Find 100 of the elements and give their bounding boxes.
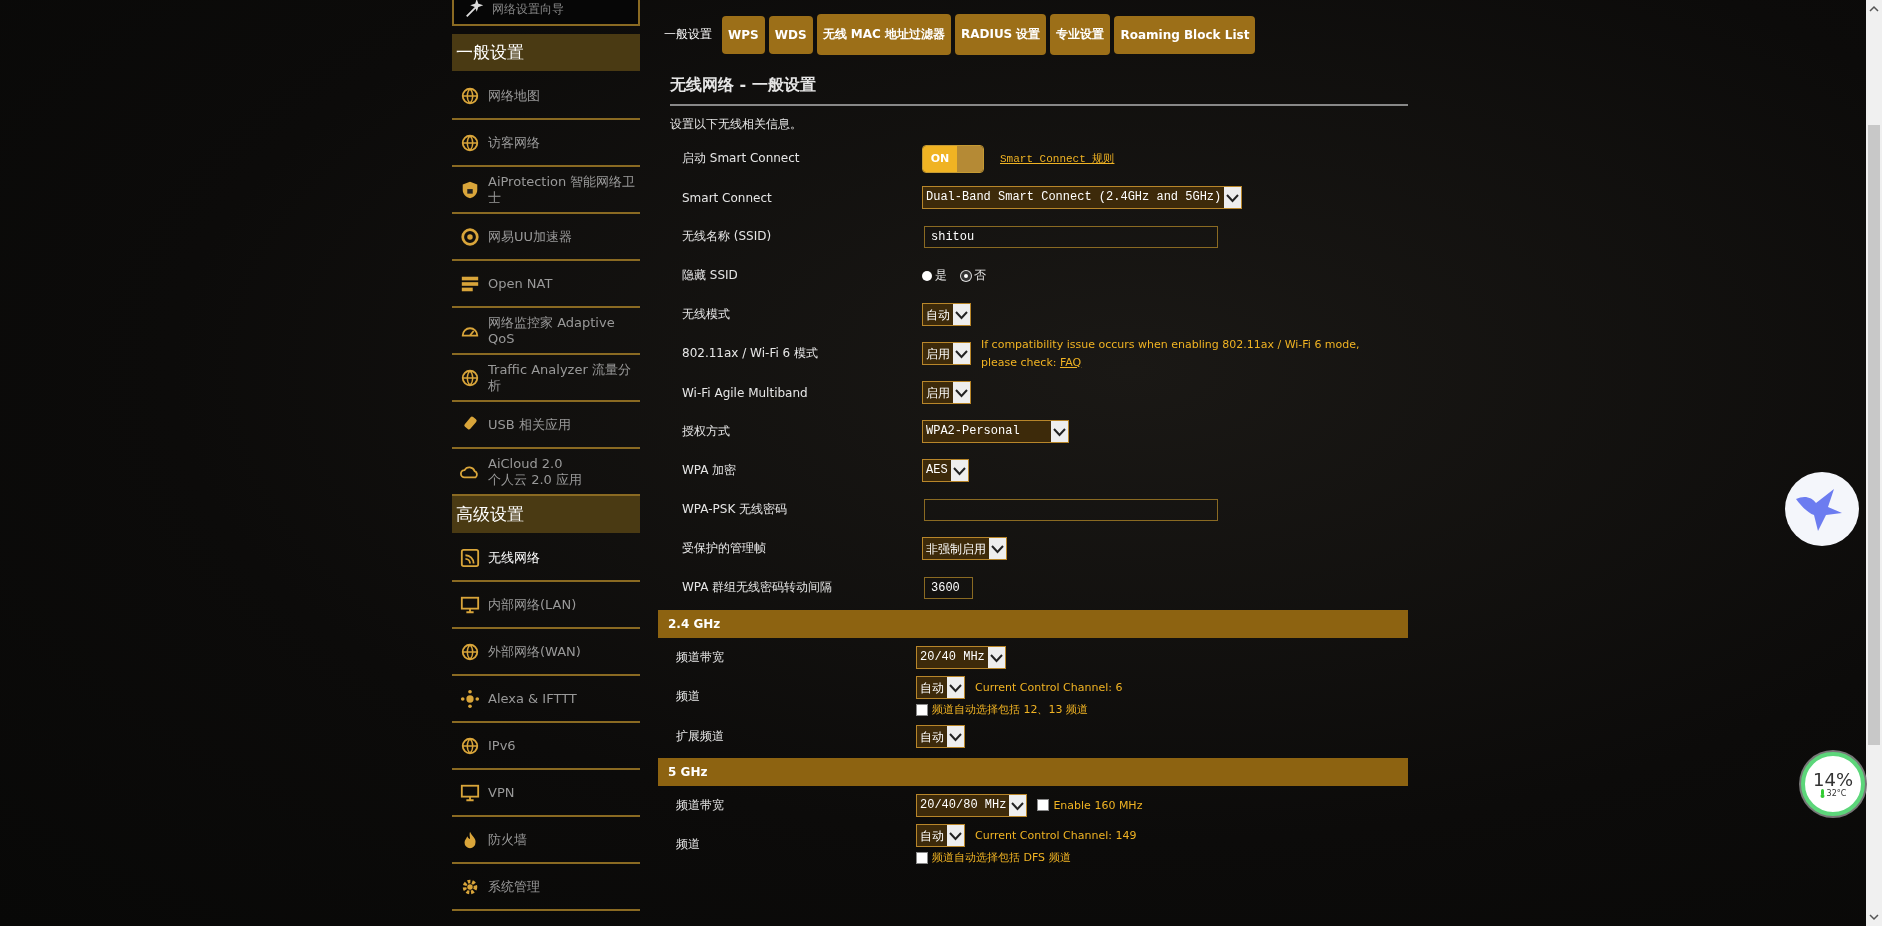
dropdown[interactable]: 非强制启用 bbox=[922, 537, 1007, 560]
scroll-down-icon[interactable] bbox=[1869, 912, 1879, 922]
page-title: 无线网络 - 一般设置 bbox=[670, 75, 1408, 106]
menu-item[interactable]: USB 相关应用 bbox=[452, 402, 640, 449]
globe-icon bbox=[460, 735, 480, 756]
globe-icon bbox=[460, 85, 480, 106]
chevron-icon bbox=[1051, 421, 1069, 442]
dropdown[interactable]: 自动 bbox=[916, 724, 965, 748]
rules-link[interactable]: Smart Connect 规则 bbox=[1000, 151, 1115, 166]
menu-item[interactable]: 网易UU加速器 bbox=[452, 214, 640, 261]
usage-text: 14% bbox=[1813, 770, 1853, 789]
tab[interactable]: 专业设置 bbox=[1050, 14, 1111, 55]
chevron-icon bbox=[947, 725, 964, 747]
field-label: 启动 Smart Connect bbox=[681, 150, 801, 167]
globe-icon bbox=[460, 367, 480, 388]
chevron-icon bbox=[1009, 794, 1027, 816]
checkbox[interactable]: Enable 160 MHz bbox=[1037, 798, 1143, 812]
section-header: 高级设置 bbox=[452, 496, 640, 533]
tab[interactable]: 无线 MAC 地址过滤器 bbox=[816, 14, 951, 55]
field-label: Wi-Fi Agile Multiband bbox=[681, 385, 809, 400]
channel-info: Current Control Channel: 6 bbox=[975, 681, 1123, 694]
ring-icon bbox=[460, 226, 480, 247]
chevron-icon bbox=[953, 382, 970, 403]
dropdown[interactable]: 自动 bbox=[922, 303, 971, 326]
input-field[interactable]: 3600 bbox=[924, 576, 973, 599]
radio-option[interactable]: 是 bbox=[922, 267, 947, 284]
dropdown[interactable]: 20/40/80 MHz bbox=[916, 793, 1028, 817]
menu-item[interactable]: 访客网络 bbox=[452, 120, 640, 167]
scrollbar[interactable] bbox=[1866, 0, 1882, 926]
section-header: 一般设置 bbox=[452, 34, 640, 71]
section-bar: 2.4 GHz bbox=[658, 610, 1408, 638]
field-label: 无线名称 (SSID) bbox=[681, 228, 773, 245]
menu-item[interactable]: AiProtection 智能网络卫士 bbox=[452, 167, 640, 214]
menu-item[interactable]: 内部网络(LAN) bbox=[452, 582, 640, 629]
field-label: 频道 bbox=[675, 688, 701, 705]
field-label: 扩展频道 bbox=[675, 727, 725, 745]
note-text: If compatibility issue occurs when enabling 802.11ax / Wi-Fi 6 mode, please check: FAQ bbox=[981, 336, 1361, 371]
chevron-icon bbox=[1224, 187, 1242, 208]
thermometer-icon bbox=[1819, 788, 1825, 798]
shield-icon bbox=[460, 179, 480, 200]
field-label: 受保护的管理帧 bbox=[681, 540, 767, 557]
chevron-icon bbox=[989, 538, 1006, 559]
input-field[interactable] bbox=[924, 498, 1218, 521]
dropdown[interactable]: AES bbox=[922, 459, 969, 482]
dropdown[interactable]: 启用 bbox=[922, 381, 971, 404]
scroll-up-icon[interactable] bbox=[1869, 4, 1879, 14]
tab[interactable]: WDS bbox=[768, 15, 813, 54]
dropdown[interactable]: 自动 bbox=[916, 676, 965, 699]
field-label: 802.11ax / Wi-Fi 6 模式 bbox=[681, 345, 819, 362]
field-label: 频道 bbox=[675, 836, 701, 853]
field-label: Smart Connect bbox=[681, 190, 773, 205]
menu-item[interactable]: Alexa & IFTTT bbox=[452, 676, 640, 723]
chevron-icon bbox=[947, 825, 964, 846]
field-label: 频道带宽 bbox=[675, 648, 725, 666]
description-text: 设置以下无线相关信息。 bbox=[670, 116, 803, 133]
menu-item[interactable]: 网络地图 bbox=[452, 73, 640, 120]
menu-item[interactable]: Open NAT bbox=[452, 261, 640, 308]
checkbox[interactable]: 频道自动选择包括 12、13 频道 bbox=[916, 702, 1088, 717]
field-label: 隐藏 SSID bbox=[681, 267, 739, 284]
radio-option[interactable]: 否 bbox=[961, 267, 986, 284]
dropdown[interactable]: 20/40 MHz bbox=[916, 645, 1006, 669]
wifi-icon bbox=[460, 547, 480, 568]
field-label: WPA 群组无线密码转动间隔 bbox=[681, 579, 834, 596]
faq-link[interactable]: FAQ bbox=[1059, 355, 1082, 369]
chevron-icon bbox=[953, 304, 970, 325]
chevron-icon bbox=[953, 343, 970, 364]
channel-info: Current Control Channel: 149 bbox=[975, 829, 1137, 842]
monitor-icon bbox=[460, 594, 480, 615]
usage-gauge[interactable]: 14% 32°C bbox=[1801, 752, 1865, 816]
menu-item[interactable]: 网络监控家 Adaptive QoS bbox=[452, 308, 640, 355]
menu-item[interactable]: 外部网络(WAN) bbox=[452, 629, 640, 676]
dropdown[interactable]: WPA2-Personal bbox=[922, 420, 1070, 443]
section-bar: 5 GHz bbox=[658, 758, 1408, 786]
tab[interactable]: 一般设置 bbox=[658, 14, 718, 55]
menu-item[interactable]: 防火墙 bbox=[452, 817, 640, 864]
temperature-text: 32°C bbox=[1826, 788, 1847, 798]
wand-icon bbox=[464, 0, 484, 19]
menu-item[interactable]: IPv6 bbox=[452, 723, 640, 770]
menu-item[interactable]: Traffic Analyzer 流量分析 bbox=[452, 355, 640, 402]
checkbox[interactable]: 频道自动选择包括 DFS 频道 bbox=[916, 850, 1071, 865]
menu-item[interactable]: 系统管理 bbox=[452, 864, 640, 911]
dropdown[interactable]: 启用 bbox=[922, 342, 971, 365]
globe-icon bbox=[460, 641, 480, 662]
chevron-icon bbox=[947, 677, 964, 698]
field-label: 授权方式 bbox=[681, 423, 731, 440]
chevron-icon bbox=[987, 646, 1005, 668]
tab[interactable]: Roaming Block List bbox=[1114, 15, 1256, 54]
input-field[interactable]: shitou bbox=[924, 225, 1218, 248]
chevron-icon bbox=[950, 460, 968, 481]
field-label: WPA 加密 bbox=[681, 462, 738, 479]
dots-icon bbox=[460, 688, 480, 709]
dropdown[interactable]: 自动 bbox=[916, 824, 965, 847]
menu-item[interactable]: 无线网络 bbox=[452, 535, 640, 582]
menu-item[interactable]: VPN bbox=[452, 770, 640, 817]
dropdown[interactable]: Dual-Band Smart Connect (2.4GHz and 5GHz) bbox=[922, 186, 1243, 209]
field-label: 无线模式 bbox=[681, 306, 731, 323]
field-label: WPA-PSK 无线密码 bbox=[681, 501, 789, 518]
field-label: 频道带宽 bbox=[675, 796, 725, 814]
tab[interactable]: RADIUS 设置 bbox=[954, 14, 1047, 55]
tab[interactable]: WPS bbox=[722, 15, 765, 54]
